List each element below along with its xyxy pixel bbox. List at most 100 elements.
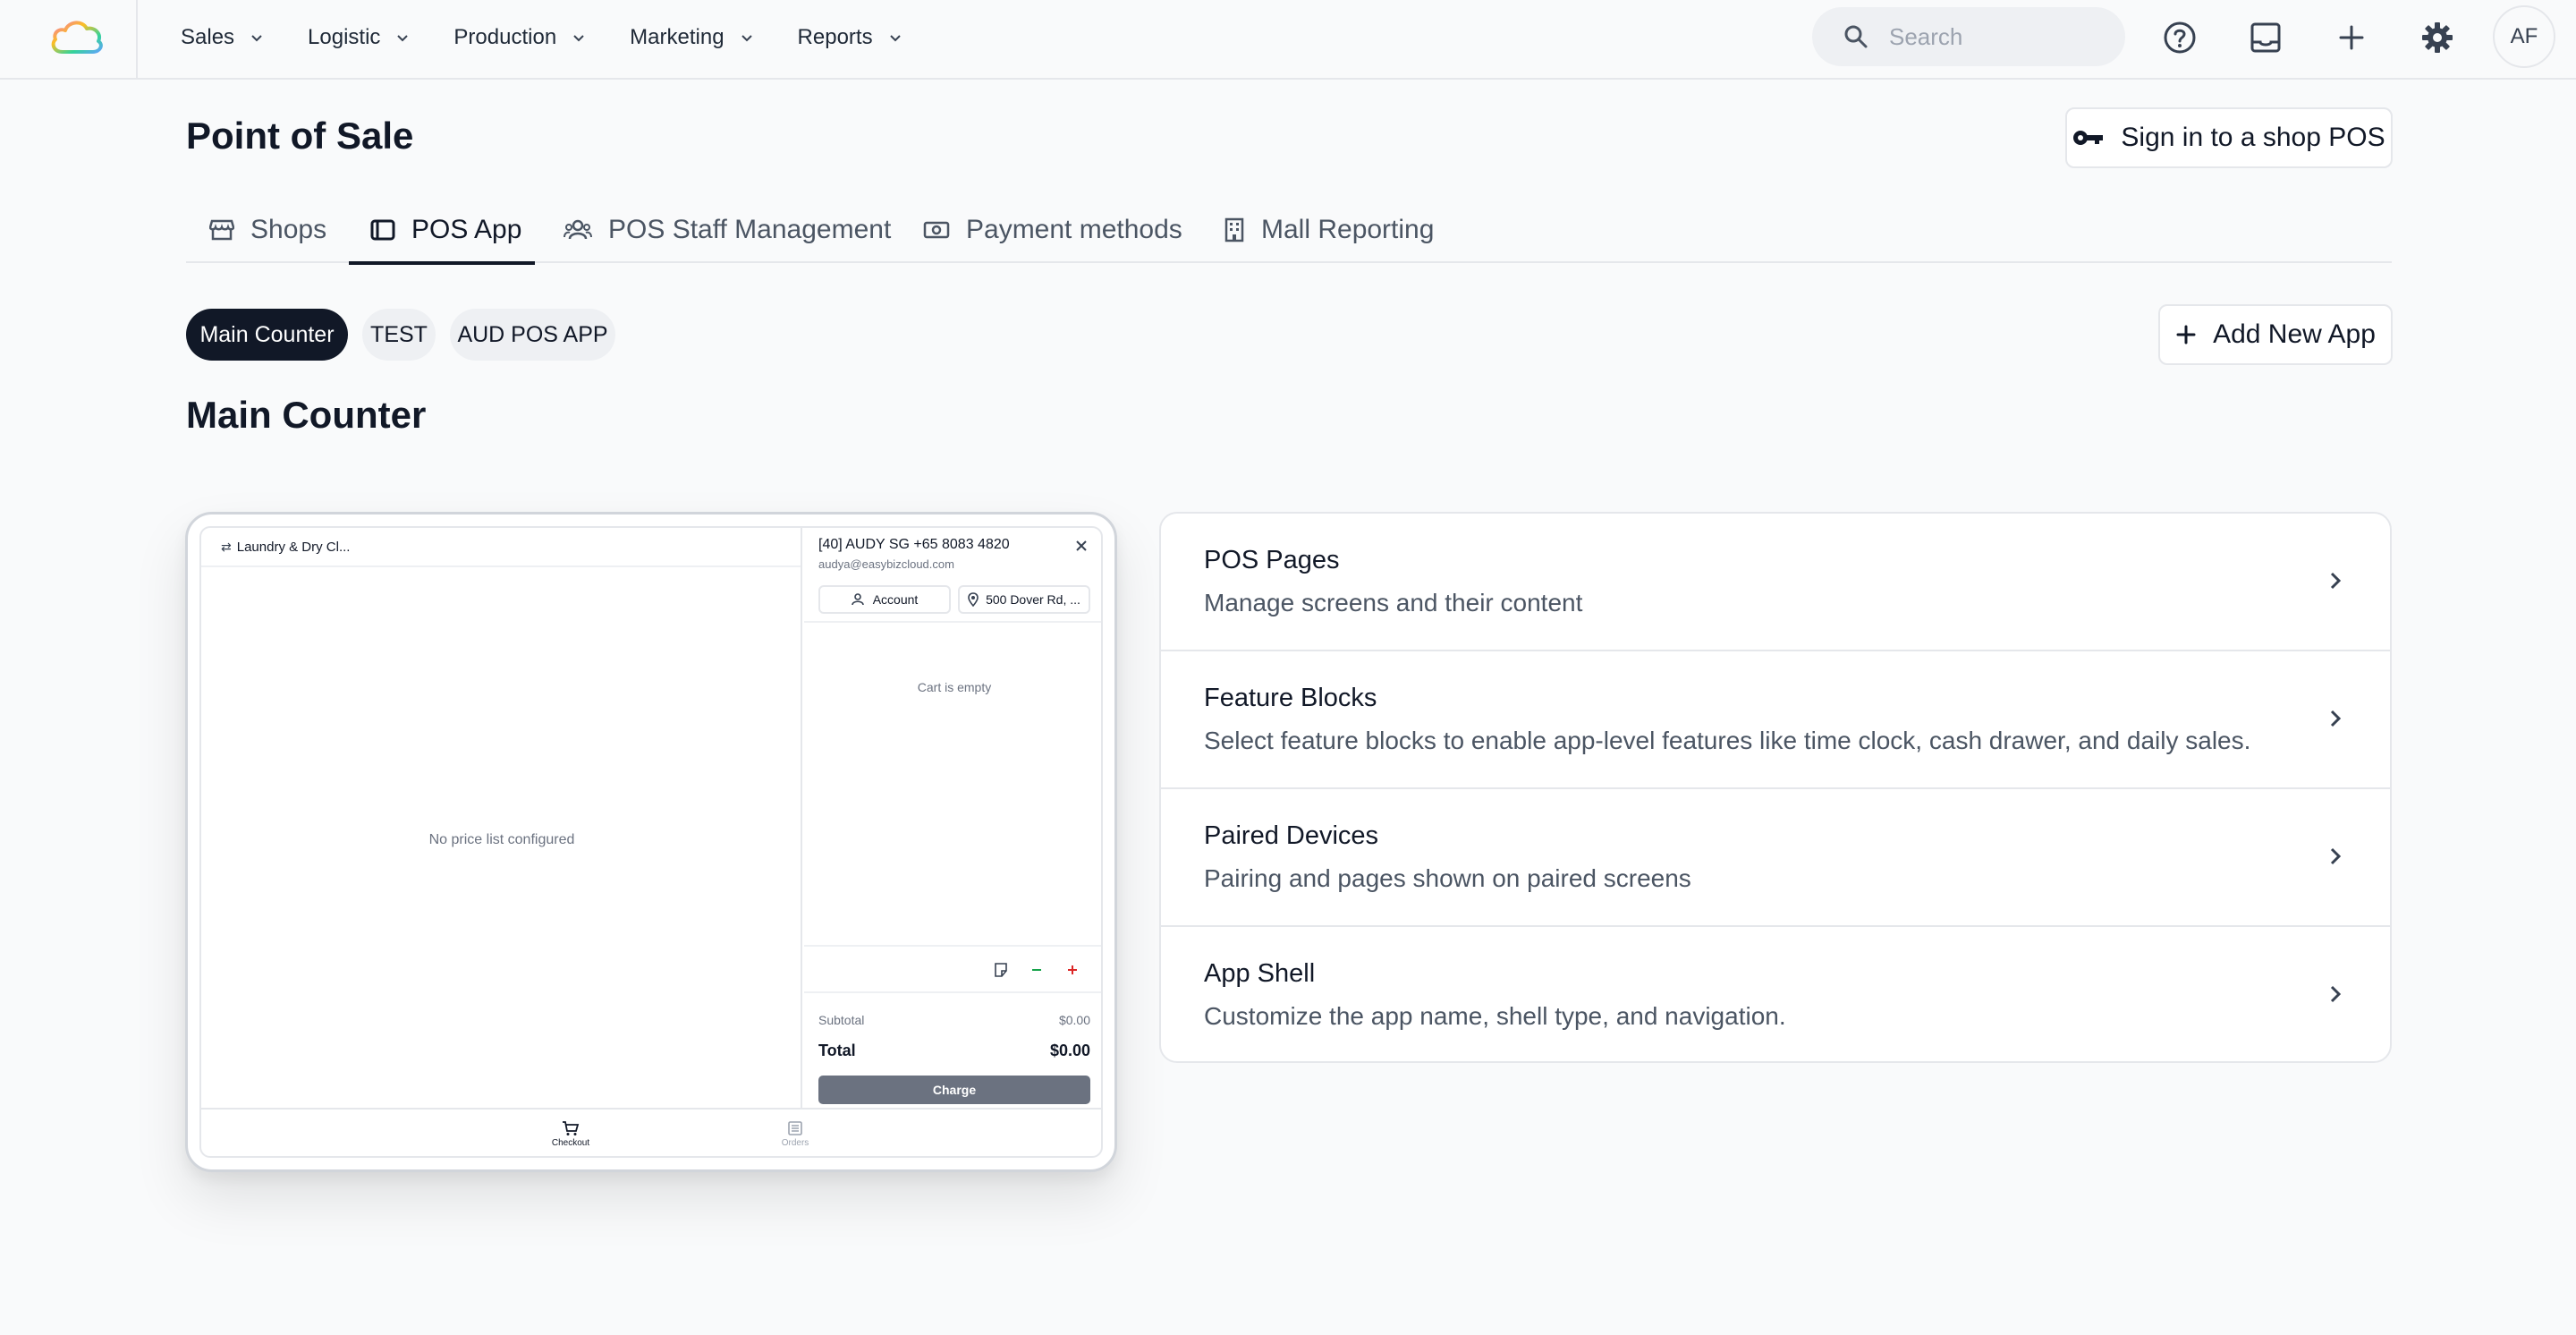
add-new-app-label: Add New App — [2213, 319, 2376, 349]
tab-mall-reporting[interactable]: Mall Reporting — [1224, 197, 1434, 263]
nav-logistic-label: Logistic — [308, 25, 381, 49]
note-icon[interactable] — [993, 962, 1009, 978]
main-menu: Sales Logistic Production Marketing Repo… — [181, 0, 946, 75]
total-label: Total — [818, 1042, 856, 1059]
app-pill-aud-pos-app[interactable]: AUD POS APP — [450, 309, 615, 361]
users-icon — [564, 219, 592, 240]
nav-logistic[interactable]: Logistic — [308, 25, 411, 50]
tab-pos-staff-label: POS Staff Management — [608, 215, 892, 244]
plus-icon[interactable] — [2334, 20, 2369, 55]
location-pin-icon — [968, 592, 979, 607]
bottom-nav-checkout[interactable]: Checkout — [535, 1120, 606, 1148]
settings-row-app-shell[interactable]: App Shell Customize the app name, shell … — [1161, 927, 2390, 1061]
chevron-right-icon — [2330, 847, 2342, 865]
top-navbar: Sales Logistic Production Marketing Repo… — [0, 0, 2576, 80]
search-icon — [1844, 25, 1868, 48]
total-value: $0.00 — [1049, 1042, 1090, 1059]
minus-icon[interactable] — [1029, 962, 1045, 978]
nav-marketing[interactable]: Marketing — [630, 25, 754, 50]
divider — [804, 991, 1101, 993]
cloud-logo-icon[interactable] — [48, 16, 106, 57]
section-title: Main Counter — [186, 394, 427, 436]
address-label: 500 Dover Rd, ... — [986, 592, 1080, 607]
plus-icon[interactable] — [1064, 962, 1080, 978]
divider — [804, 621, 1101, 623]
switch-icon: ⇄ — [221, 539, 232, 554]
row-title: Feature Blocks — [1204, 684, 1377, 712]
tab-pos-staff-management[interactable]: POS Staff Management — [564, 197, 891, 263]
chevron-right-icon — [2330, 572, 2342, 590]
tablet-icon — [370, 219, 395, 241]
nav-sales-label: Sales — [181, 25, 235, 49]
nav-production[interactable]: Production — [453, 25, 587, 50]
tab-shops[interactable]: Shops — [209, 197, 326, 263]
settings-row-paired-devices[interactable]: Paired Devices Pairing and pages shown o… — [1161, 789, 2390, 927]
account-button[interactable]: Account — [818, 585, 951, 614]
cash-icon — [923, 221, 950, 239]
add-new-app-button[interactable]: Add New App — [2158, 304, 2393, 365]
plus-icon — [2176, 325, 2196, 344]
row-title: Paired Devices — [1204, 821, 1379, 850]
chevron-down-icon — [741, 35, 752, 42]
close-icon[interactable] — [1074, 539, 1089, 553]
nav-reports-label: Reports — [797, 25, 873, 49]
tab-pos-app[interactable]: POS App — [349, 197, 535, 265]
chevron-down-icon — [251, 35, 262, 42]
gear-icon[interactable] — [2419, 20, 2455, 55]
divider — [804, 945, 1101, 947]
subtotal-value: $0.00 — [1058, 1013, 1090, 1027]
building-icon — [1224, 217, 1244, 242]
product-pane: ⇄ Laundry & Dry Cl... No price list conf… — [201, 528, 802, 1108]
tab-payment-methods[interactable]: Payment methods — [923, 197, 1182, 263]
empty-price-list: No price list configured — [428, 832, 575, 847]
chevron-down-icon — [889, 35, 901, 42]
account-label: Account — [872, 592, 919, 607]
sign-in-label: Sign in to a shop POS — [2121, 123, 2385, 152]
address-button[interactable]: 500 Dover Rd, ... — [958, 585, 1090, 614]
store-icon — [209, 219, 234, 241]
avatar[interactable]: AF — [2493, 5, 2555, 68]
search-box[interactable] — [1812, 7, 2125, 66]
row-title: POS Pages — [1204, 546, 1340, 574]
bottom-nav-orders[interactable]: Orders — [759, 1120, 831, 1148]
key-icon — [2073, 131, 2104, 145]
cart-icon — [563, 1121, 580, 1135]
customer-name: [40] AUDY SG +65 8083 4820 — [818, 537, 1010, 552]
chevron-right-icon — [2330, 710, 2342, 727]
chevron-down-icon — [397, 35, 409, 42]
charge-button[interactable]: Charge — [818, 1076, 1090, 1104]
app-pill-main-counter[interactable]: Main Counter — [186, 309, 348, 361]
app-settings-list: POS Pages Manage screens and their conte… — [1159, 512, 2392, 1063]
nav-divider — [136, 0, 138, 79]
search-input[interactable] — [1889, 22, 2113, 51]
settings-row-pos-pages[interactable]: POS Pages Manage screens and their conte… — [1161, 514, 2390, 651]
pos-device-preview: ⇄ Laundry & Dry Cl... No price list conf… — [185, 512, 1117, 1172]
customer-email: audya@easybizcloud.com — [818, 557, 954, 571]
app-pill-label: Main Counter — [199, 321, 335, 347]
cart-empty-text: Cart is empty — [917, 680, 992, 694]
app-pill-test[interactable]: TEST — [362, 309, 436, 361]
nav-marketing-label: Marketing — [630, 25, 724, 49]
cart-pane: [40] AUDY SG +65 8083 4820 audya@easybiz… — [804, 528, 1101, 1108]
tab-shops-label: Shops — [250, 215, 327, 244]
sign-in-shop-button[interactable]: Sign in to a shop POS — [2065, 107, 2393, 168]
row-description: Pairing and pages shown on paired screen… — [1204, 864, 1691, 892]
page-title: Point of Sale — [186, 115, 414, 157]
orders-icon — [788, 1121, 802, 1135]
shop-label: Laundry & Dry Cl... — [236, 539, 351, 555]
checkout-label: Checkout — [551, 1138, 590, 1148]
subtotal-label: Subtotal — [818, 1013, 865, 1027]
shop-switcher[interactable]: ⇄ Laundry & Dry Cl... — [201, 528, 801, 567]
row-description: Customize the app name, shell type, and … — [1204, 1002, 1786, 1030]
app-pill-label: AUD POS APP — [457, 321, 608, 347]
orders-label: Orders — [781, 1138, 809, 1148]
tab-bar: Shops POS App POS Staff Management Payme… — [186, 197, 2392, 265]
tab-payment-methods-label: Payment methods — [966, 215, 1182, 244]
help-icon[interactable] — [2162, 20, 2198, 55]
chevron-down-icon — [573, 35, 584, 42]
charge-label: Charge — [932, 1083, 977, 1097]
settings-row-feature-blocks[interactable]: Feature Blocks Select feature blocks to … — [1161, 651, 2390, 789]
inbox-icon[interactable] — [2248, 20, 2284, 55]
nav-sales[interactable]: Sales — [181, 25, 265, 50]
nav-reports[interactable]: Reports — [798, 25, 903, 50]
